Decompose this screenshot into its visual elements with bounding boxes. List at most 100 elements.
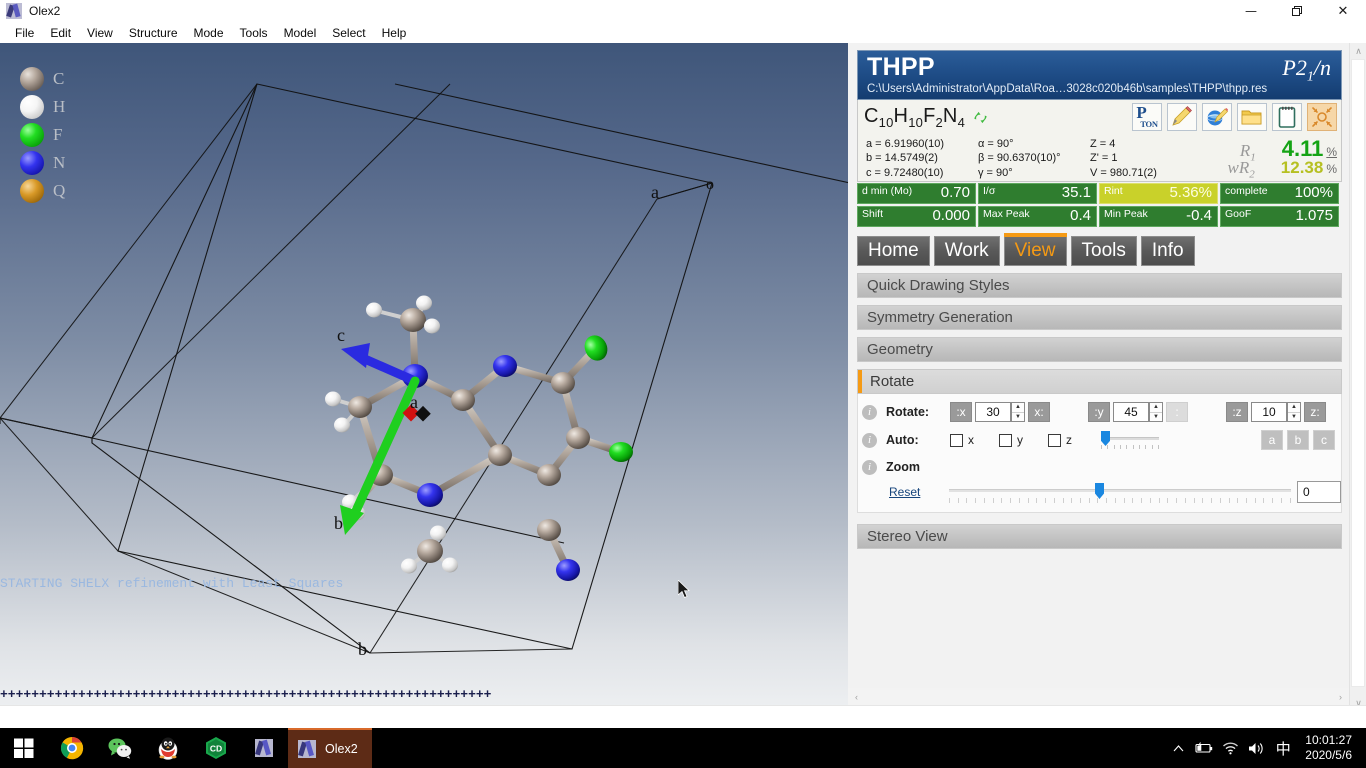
tray-chevron-up-icon[interactable] xyxy=(1165,728,1191,768)
vertical-scroll-thumb[interactable] xyxy=(1351,59,1365,687)
platon-button[interactable]: P TON xyxy=(1132,103,1162,131)
molecule-3d-viewport[interactable]: c b a a o b C H F N Q STARTING SHELX ref… xyxy=(0,43,848,711)
auto-y-checkbox[interactable] xyxy=(999,433,1012,447)
structure-file-path[interactable]: C:\Users\Administrator\AppData\Roa…3028c… xyxy=(867,82,1332,96)
rotate-y-spin-down[interactable]: ▼ xyxy=(1150,413,1162,422)
tab-work[interactable]: Work xyxy=(933,236,1000,266)
section-quick-drawing-styles[interactable]: Quick Drawing Styles xyxy=(857,273,1342,298)
stat-maxpeak[interactable]: Max Peak 0.4 xyxy=(978,206,1097,227)
auto-y-checkbox-wrap[interactable]: y xyxy=(999,433,1023,447)
rotate-y-spinner[interactable]: ▲ ▼ xyxy=(1149,402,1163,422)
legend-item-N[interactable]: N xyxy=(20,149,65,177)
scroll-left-icon[interactable]: ‹ xyxy=(848,688,865,705)
auto-rotate-speed-slider[interactable] xyxy=(1101,429,1159,451)
info-icon-rotate[interactable]: i xyxy=(862,404,877,420)
rotate-z-spinner[interactable]: ▲ ▼ xyxy=(1287,402,1301,422)
cd-taskbar-icon[interactable]: CD xyxy=(192,728,240,768)
stat-dmin[interactable]: d min (Mo) 0.70 xyxy=(857,183,976,204)
start-button[interactable] xyxy=(0,728,48,768)
close-button[interactable]: ✕ xyxy=(1320,0,1366,22)
rotate-x-neg-button[interactable]: :x xyxy=(950,402,972,422)
tab-tools[interactable]: Tools xyxy=(1070,236,1137,266)
stat-goof[interactable]: GooF 1.075 xyxy=(1220,206,1339,227)
info-icon-auto[interactable]: i xyxy=(862,432,877,448)
rotate-y-pos-button[interactable]: : xyxy=(1166,402,1188,422)
recycle-refresh-icon[interactable] xyxy=(973,110,988,125)
tab-info[interactable]: Info xyxy=(1140,236,1195,266)
collapse-star-button[interactable] xyxy=(1307,103,1337,131)
section-geometry[interactable]: Geometry xyxy=(857,337,1342,362)
panel-vertical-scrollbar[interactable]: ∧ ∨ xyxy=(1349,43,1366,711)
menu-view[interactable]: View xyxy=(79,24,121,42)
rotate-x-pos-button[interactable]: x: xyxy=(1028,402,1050,422)
stat-isigma[interactable]: I/σ 35.1 xyxy=(978,183,1097,204)
rotate-z-spin-up[interactable]: ▲ xyxy=(1288,403,1300,413)
rotate-x-spin-up[interactable]: ▲ xyxy=(1012,403,1024,413)
menu-mode[interactable]: Mode xyxy=(186,24,232,42)
globe-edit-button[interactable] xyxy=(1202,103,1232,131)
rotate-z-neg-button[interactable]: :z xyxy=(1226,402,1248,422)
rotate-y-spin-up[interactable]: ▲ xyxy=(1150,403,1162,413)
zoom-slider-thumb[interactable] xyxy=(1095,483,1104,499)
open-folder-button[interactable] xyxy=(1237,103,1267,131)
menu-help[interactable]: Help xyxy=(374,24,415,42)
auto-x-checkbox-wrap[interactable]: x xyxy=(950,433,974,447)
view-along-a-button[interactable]: a xyxy=(1261,430,1283,450)
rotate-y-neg-button[interactable]: :y xyxy=(1088,402,1110,422)
menu-structure[interactable]: Structure xyxy=(121,24,186,42)
stat-shift[interactable]: Shift 0.000 xyxy=(857,206,976,227)
taskbar-clock[interactable]: 10:01:27 2020/5/6 xyxy=(1297,733,1366,763)
maximize-button[interactable] xyxy=(1274,0,1320,22)
console-output[interactable]: STARTING SHELX refinement with Least Squ… xyxy=(0,538,848,711)
section-stereo-view[interactable]: Stereo View xyxy=(857,524,1342,549)
scroll-right-icon[interactable]: › xyxy=(1332,688,1349,705)
rotate-x-spinner[interactable]: ▲ ▼ xyxy=(1011,402,1025,422)
view-along-b-button[interactable]: b xyxy=(1287,430,1309,450)
edit-pencil-button[interactable] xyxy=(1167,103,1197,131)
scroll-up-icon[interactable]: ∧ xyxy=(1350,43,1366,59)
menu-model[interactable]: Model xyxy=(276,24,325,42)
legend-item-Q[interactable]: Q xyxy=(20,177,65,205)
right-side-panel[interactable]: THPP C:\Users\Administrator\AppData\Roa…… xyxy=(848,43,1349,688)
minimize-button[interactable]: — xyxy=(1228,0,1274,22)
legend-item-H[interactable]: H xyxy=(20,93,65,121)
zoom-reset-link[interactable]: Reset xyxy=(889,485,949,499)
olex2-taskbar-icon[interactable] xyxy=(240,728,288,768)
panel-horizontal-scrollbar[interactable]: ‹ › xyxy=(848,688,1349,705)
notepad-button[interactable] xyxy=(1272,103,1302,131)
rotate-z-spin-down[interactable]: ▼ xyxy=(1288,413,1300,422)
zoom-value-input[interactable]: 0 xyxy=(1297,481,1341,503)
tab-home[interactable]: Home xyxy=(857,236,930,266)
menu-edit[interactable]: Edit xyxy=(42,24,79,42)
wifi-icon[interactable] xyxy=(1217,728,1243,768)
qq-taskbar-icon[interactable] xyxy=(144,728,192,768)
menu-tools[interactable]: Tools xyxy=(232,24,276,42)
tab-view[interactable]: View xyxy=(1003,233,1067,266)
legend-item-F[interactable]: F xyxy=(20,121,65,149)
rotate-x-spin-down[interactable]: ▼ xyxy=(1012,413,1024,422)
section-rotate[interactable]: Rotate xyxy=(857,369,1342,394)
chrome-taskbar-icon[interactable] xyxy=(48,728,96,768)
rotate-y-input[interactable]: 45 xyxy=(1113,402,1149,422)
section-symmetry-generation[interactable]: Symmetry Generation xyxy=(857,305,1342,330)
menu-file[interactable]: File xyxy=(7,24,42,42)
view-along-c-button[interactable]: c xyxy=(1313,430,1335,450)
rotate-z-pos-button[interactable]: z: xyxy=(1304,402,1326,422)
stat-rint[interactable]: Rint 5.36% xyxy=(1099,183,1218,204)
info-icon-zoom[interactable]: i xyxy=(862,459,877,475)
olex2-active-window-button[interactable]: Olex2 xyxy=(288,728,372,768)
ime-indicator[interactable]: 中 xyxy=(1269,738,1297,759)
stat-minpeak[interactable]: Min Peak -0.4 xyxy=(1099,206,1218,227)
auto-z-checkbox-wrap[interactable]: z xyxy=(1048,433,1072,447)
legend-item-C[interactable]: C xyxy=(20,65,65,93)
auto-z-checkbox[interactable] xyxy=(1048,433,1061,447)
zoom-slider[interactable] xyxy=(949,480,1291,504)
rotate-z-input[interactable]: 10 xyxy=(1251,402,1287,422)
auto-slider-thumb[interactable] xyxy=(1101,431,1110,446)
battery-icon[interactable] xyxy=(1191,728,1217,768)
stat-complete[interactable]: complete 100% xyxy=(1220,183,1339,204)
volume-icon[interactable] xyxy=(1243,728,1269,768)
auto-x-checkbox[interactable] xyxy=(950,433,963,447)
menu-select[interactable]: Select xyxy=(324,24,373,42)
wechat-taskbar-icon[interactable] xyxy=(96,728,144,768)
